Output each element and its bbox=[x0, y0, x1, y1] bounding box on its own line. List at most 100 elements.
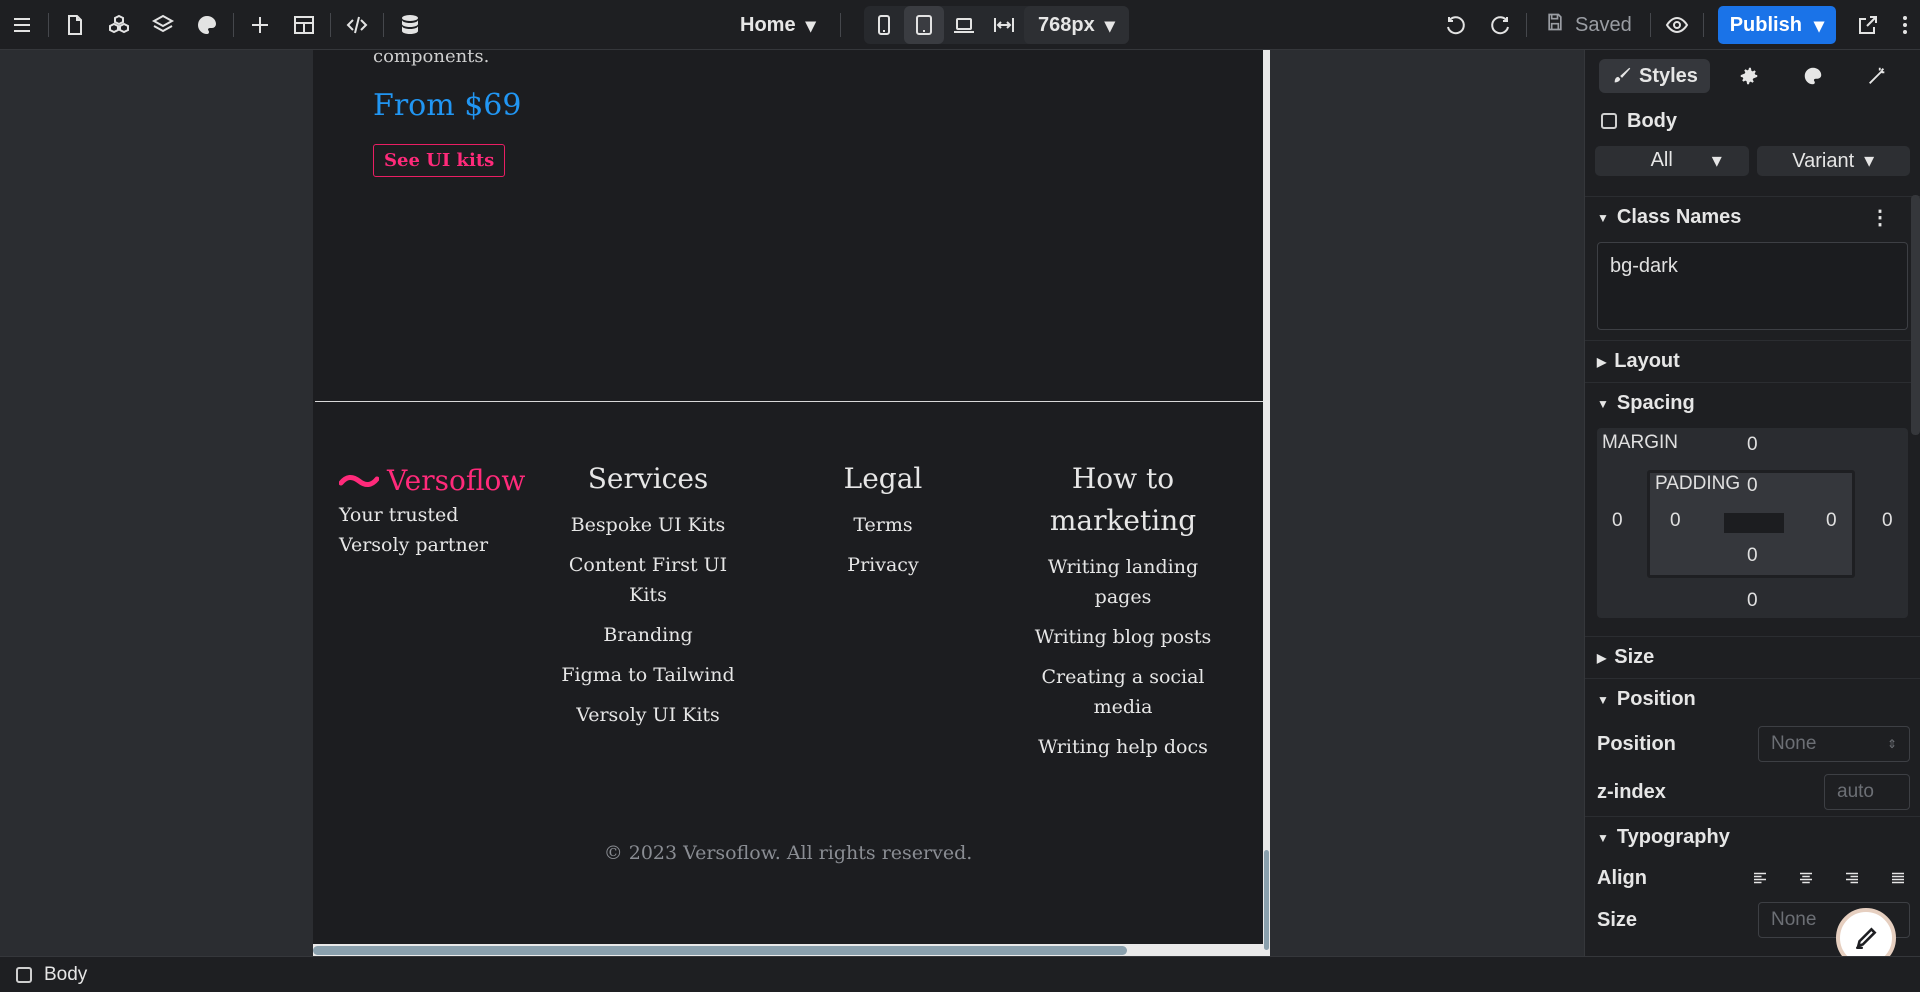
section-typography[interactable]: ▼ Typography bbox=[1585, 816, 1920, 858]
toolbar-right: Saved Publish ▾ bbox=[1434, 0, 1920, 50]
legal-link[interactable]: Privacy bbox=[793, 550, 973, 580]
services-link[interactable]: Figma to Tailwind bbox=[558, 660, 738, 690]
layers-icon[interactable] bbox=[141, 0, 185, 50]
margin-bottom-value[interactable]: 0 bbox=[1747, 590, 1758, 612]
pen-icon bbox=[1856, 927, 1877, 950]
more-vertical-icon[interactable]: ⋮ bbox=[1870, 205, 1890, 230]
toolbar-divider bbox=[48, 12, 49, 37]
section-size[interactable]: ▶ Size bbox=[1585, 636, 1920, 678]
more-vertical-icon[interactable] bbox=[1890, 0, 1920, 50]
panel-tabs: Styles bbox=[1585, 50, 1920, 102]
page-selector[interactable]: Home ▾ bbox=[740, 0, 845, 50]
page-name: Home bbox=[740, 13, 796, 36]
marketing-link[interactable]: Writing landing pages bbox=[1028, 552, 1218, 612]
components-icon[interactable] bbox=[97, 0, 141, 50]
preview-frame[interactable]: components. From $69 See UI kits Versofl… bbox=[313, 50, 1270, 956]
database-icon[interactable] bbox=[388, 0, 432, 50]
padding-top-value[interactable]: 0 bbox=[1747, 475, 1758, 497]
margin-left-value[interactable]: 0 bbox=[1612, 510, 1623, 532]
frame-horizontal-scrollbar[interactable] bbox=[313, 944, 1263, 956]
caret-right-icon: ▶ bbox=[1597, 354, 1607, 369]
footer-logo[interactable]: Versoflow bbox=[339, 464, 525, 497]
caret-down-icon: ▼ bbox=[1597, 692, 1609, 707]
marketing-link[interactable]: Creating a social media bbox=[1028, 662, 1218, 722]
breadcrumb-element[interactable]: Body bbox=[44, 964, 87, 986]
blocks-grid-icon[interactable] bbox=[282, 0, 326, 50]
legal-link[interactable]: Terms bbox=[793, 510, 973, 540]
align-right-icon[interactable] bbox=[1840, 866, 1864, 890]
tablet-device-icon[interactable] bbox=[904, 6, 944, 44]
see-ui-kits-button[interactable]: See UI kits bbox=[373, 144, 506, 177]
mobile-device-icon[interactable] bbox=[864, 6, 904, 44]
frame-vertical-scrollbar[interactable] bbox=[1263, 50, 1270, 956]
position-select-value: None bbox=[1771, 733, 1817, 754]
section-title: Class Names bbox=[1616, 206, 1742, 228]
chevron-down-icon: ▾ bbox=[805, 14, 816, 37]
services-link[interactable]: Content First UI Kits bbox=[558, 550, 738, 610]
section-layout[interactable]: ▶ Layout bbox=[1585, 340, 1920, 382]
zindex-label: z-index bbox=[1597, 780, 1666, 803]
zindex-input[interactable]: auto bbox=[1824, 774, 1910, 810]
brush-icon bbox=[1614, 67, 1631, 83]
menu-icon[interactable] bbox=[0, 0, 44, 50]
padding-right-value[interactable]: 0 bbox=[1826, 510, 1837, 532]
align-left-icon[interactable] bbox=[1748, 866, 1772, 890]
redo-icon[interactable] bbox=[1478, 0, 1522, 50]
tab-settings[interactable] bbox=[1724, 59, 1774, 93]
marketing-link[interactable]: Writing help docs bbox=[1028, 732, 1218, 762]
publish-button[interactable]: Publish ▾ bbox=[1717, 6, 1836, 44]
pages-icon[interactable] bbox=[53, 0, 97, 50]
class-names-input[interactable]: bg-dark bbox=[1597, 242, 1908, 330]
save-status: Saved bbox=[1531, 12, 1646, 38]
code-icon[interactable] bbox=[335, 0, 379, 50]
wave-logo-icon bbox=[339, 474, 379, 487]
tab-magic[interactable] bbox=[1852, 59, 1902, 93]
services-link[interactable]: Branding bbox=[558, 620, 738, 650]
align-center-icon[interactable] bbox=[1794, 866, 1818, 890]
services-link[interactable]: Versoly UI Kits bbox=[558, 700, 738, 730]
panel-scrollbar[interactable] bbox=[1911, 195, 1920, 435]
align-label: Align bbox=[1597, 866, 1647, 889]
tab-styles-label: Styles bbox=[1639, 64, 1698, 87]
caret-down-icon: ▼ bbox=[1597, 396, 1609, 411]
top-toolbar: Home ▾ 768px ▾ Saved Publish ▾ bbox=[0, 0, 1920, 50]
screens-select[interactable]: All Screens ▾ bbox=[1595, 146, 1749, 176]
device-switcher: 768px ▾ bbox=[864, 6, 1129, 44]
marketing-link[interactable]: Writing blog posts bbox=[1028, 622, 1218, 652]
element-checkbox[interactable] bbox=[16, 966, 32, 983]
open-external-icon[interactable] bbox=[1846, 0, 1890, 50]
padding-box: PADDING 0 0 0 0 bbox=[1647, 470, 1855, 578]
section-class-names[interactable]: ▼ Class Names ⋮ bbox=[1585, 196, 1920, 238]
palette-icon bbox=[1804, 67, 1822, 85]
breakpoint-selector[interactable]: 768px ▾ bbox=[1024, 6, 1129, 44]
tab-styles[interactable]: Styles bbox=[1599, 59, 1710, 93]
margin-right-value[interactable]: 0 bbox=[1882, 510, 1893, 532]
save-disk-icon bbox=[1545, 12, 1565, 38]
laptop-device-icon[interactable] bbox=[944, 6, 984, 44]
padding-bottom-value[interactable]: 0 bbox=[1747, 545, 1758, 567]
services-link[interactable]: Bespoke UI Kits bbox=[558, 510, 738, 540]
margin-top-value[interactable]: 0 bbox=[1747, 434, 1758, 456]
position-select[interactable]: None ⇕ bbox=[1758, 726, 1910, 762]
padding-left-value[interactable]: 0 bbox=[1670, 510, 1681, 532]
section-position[interactable]: ▼ Position bbox=[1585, 678, 1920, 720]
variant-select[interactable]: Variant ▾ bbox=[1756, 146, 1910, 176]
theme-palette-icon[interactable] bbox=[185, 0, 229, 50]
section-spacing[interactable]: ▼ Spacing bbox=[1585, 382, 1920, 424]
element-checkbox[interactable] bbox=[1601, 113, 1617, 129]
add-element-icon[interactable] bbox=[238, 0, 282, 50]
scrollbar-thumb[interactable] bbox=[313, 946, 1127, 955]
selected-element-row[interactable]: Body bbox=[1585, 102, 1920, 140]
undo-icon[interactable] bbox=[1434, 0, 1478, 50]
full-width-icon[interactable] bbox=[984, 6, 1024, 44]
toolbar-divider bbox=[1649, 13, 1651, 37]
align-justify-icon[interactable] bbox=[1886, 866, 1910, 890]
size-label: Size bbox=[1597, 908, 1638, 931]
scrollbar-thumb[interactable] bbox=[1264, 850, 1269, 950]
tab-theme[interactable] bbox=[1788, 59, 1838, 93]
preview-eye-icon[interactable] bbox=[1655, 0, 1699, 50]
price-text: From $69 bbox=[373, 88, 522, 123]
chevron-down-icon: ▾ bbox=[1813, 14, 1824, 37]
spacing-editor: MARGIN 0 0 0 0 PADDING 0 0 0 0 bbox=[1597, 428, 1908, 618]
publish-label: Publish bbox=[1729, 13, 1802, 36]
